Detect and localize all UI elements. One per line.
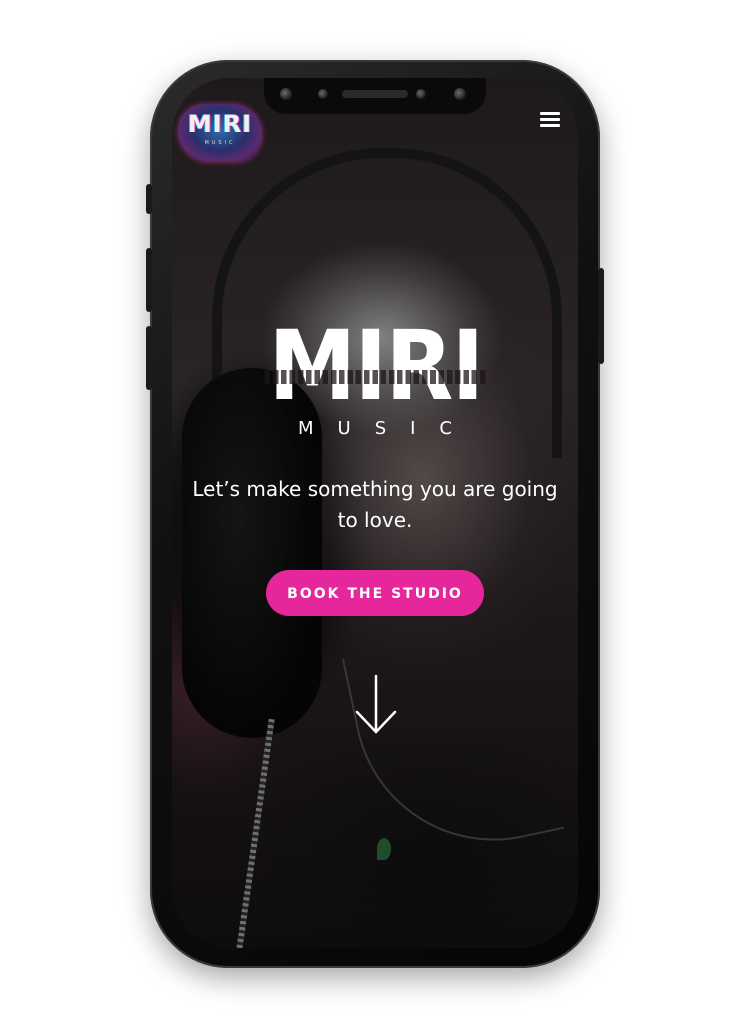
logo-text: MIRI — [187, 110, 253, 138]
phone-side-button — [146, 184, 152, 214]
hero-tagline: Let’s make something you are going to lo… — [192, 477, 558, 532]
arrow-down-svg — [355, 674, 397, 734]
book-the-studio-button[interactable]: BOOK THE STUDIO — [266, 570, 484, 616]
phone-notch — [264, 78, 486, 114]
hero-logo: MIRI MUSIC — [172, 318, 578, 439]
sensor-icon — [318, 89, 328, 99]
earpiece-speaker — [342, 90, 408, 98]
menu-bar-bottom — [540, 124, 560, 127]
camera-lens-icon — [454, 88, 466, 100]
front-camera-icon — [280, 88, 292, 100]
proximity-sensor-icon — [416, 89, 426, 99]
phone-screen: MIRI MUSIC MIRI MUSIC Let’s make somethi… — [172, 78, 578, 948]
site-logo[interactable]: MIRI MUSIC — [178, 104, 262, 162]
hamburger-menu-icon[interactable] — [540, 112, 560, 128]
menu-bar-top — [540, 112, 560, 115]
phone-volume-up-button — [146, 248, 152, 312]
arrow-down-icon[interactable] — [354, 674, 398, 736]
phone-power-button — [598, 268, 604, 364]
phone-volume-down-button — [146, 326, 152, 390]
logo-subtext: MUSIC — [204, 140, 236, 146]
hero-title: MIRI — [264, 310, 486, 422]
menu-bar-middle — [540, 118, 560, 121]
